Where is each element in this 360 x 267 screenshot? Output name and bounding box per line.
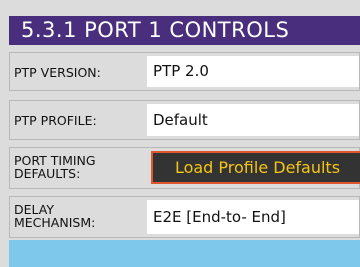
bottom-bar xyxy=(9,240,360,267)
delay-mechanism-label: DELAY MECHANISM: xyxy=(14,203,95,229)
load-profile-defaults-button[interactable]: Load Profile Defaults xyxy=(151,151,360,184)
port-timing-label-line2: DEFAULTS: xyxy=(14,166,81,181)
port-timing-defaults-row: PORT TIMING DEFAULTS: Load Profile Defau… xyxy=(9,147,360,189)
ptp-version-field[interactable]: PTP 2.0 xyxy=(147,56,359,87)
delay-mechanism-row: DELAY MECHANISM: E2E [End-to- End] xyxy=(9,196,360,238)
ptp-profile-field[interactable]: Default xyxy=(147,104,359,136)
ptp-version-row: PTP VERSION: PTP 2.0 xyxy=(9,52,360,91)
port-timing-defaults-label: PORT TIMING DEFAULTS: xyxy=(14,154,96,180)
ptp-profile-label: PTP PROFILE: xyxy=(14,113,97,128)
ptp-version-label: PTP VERSION: xyxy=(14,65,101,80)
port-controls-panel: 5.3.1 PORT 1 CONTROLS PTP VERSION: PTP 2… xyxy=(0,0,360,267)
delay-mechanism-field[interactable]: E2E [End-to- End] xyxy=(147,200,359,234)
delay-label-line2: MECHANISM: xyxy=(14,215,96,230)
ptp-profile-row: PTP PROFILE: Default xyxy=(9,100,360,140)
section-title: 5.3.1 PORT 1 CONTROLS xyxy=(9,16,360,45)
